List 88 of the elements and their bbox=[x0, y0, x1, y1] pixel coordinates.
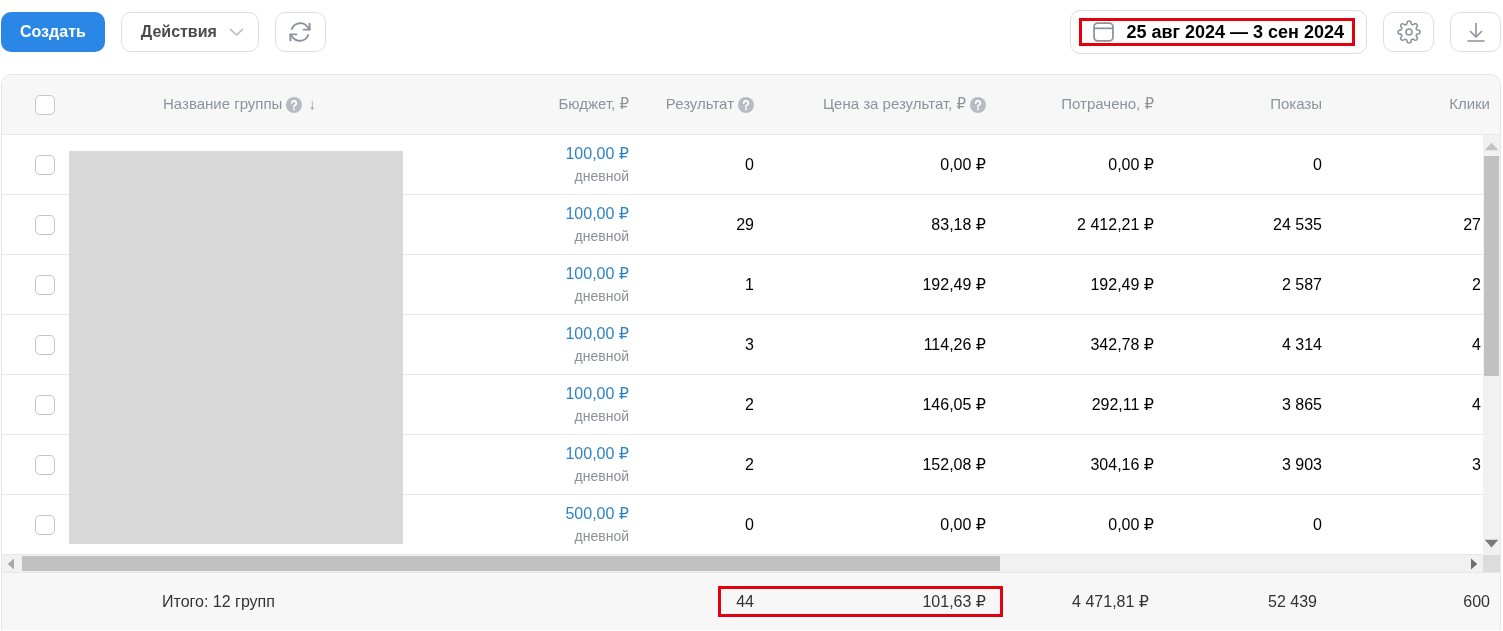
clicks-value: 2 bbox=[1472, 274, 1481, 295]
result-value: 2 bbox=[745, 394, 754, 415]
cost-value: 192,49 ₽ bbox=[922, 274, 986, 295]
budget-link[interactable]: 100,00 ₽ bbox=[565, 442, 629, 465]
result-value: 1 bbox=[745, 274, 754, 295]
clicks-value: 4 bbox=[1472, 334, 1481, 355]
column-header[interactable]: Название группы bbox=[163, 93, 283, 116]
column-header[interactable]: Результат bbox=[665, 93, 734, 116]
result-value: 2 bbox=[745, 454, 754, 475]
budget-period: дневной bbox=[574, 406, 629, 426]
refresh-icon bbox=[288, 20, 313, 44]
budget-link[interactable]: 100,00 ₽ bbox=[565, 202, 629, 225]
budget-link[interactable]: 100,00 ₽ bbox=[565, 142, 629, 165]
budget-period: дневной bbox=[574, 166, 629, 186]
spent-value: 192,49 ₽ bbox=[1090, 274, 1154, 295]
column-header[interactable]: Цена за результат, ₽ bbox=[822, 93, 966, 116]
column-header[interactable]: Клики bbox=[1449, 93, 1490, 116]
cost-value: 0,00 ₽ bbox=[940, 514, 986, 535]
download-icon bbox=[1465, 22, 1486, 42]
result-value: 0 bbox=[745, 514, 754, 535]
budget-link[interactable]: 100,00 ₽ bbox=[565, 382, 629, 405]
total-value: 4 471,81 ₽ bbox=[1072, 591, 1149, 612]
cost-value: 83,18 ₽ bbox=[931, 214, 986, 235]
clicks-value: 3 bbox=[1472, 454, 1481, 475]
column-header[interactable]: Бюджет, ₽ bbox=[558, 93, 629, 116]
chevron-down-icon bbox=[228, 27, 244, 37]
row-checkbox[interactable] bbox=[34, 514, 55, 535]
actions-dropdown[interactable]: Действия bbox=[120, 12, 259, 52]
budget-period: дневной bbox=[574, 226, 629, 246]
select-all-checkbox[interactable] bbox=[34, 94, 55, 115]
row-checkbox[interactable] bbox=[34, 334, 55, 355]
result-value: 29 bbox=[736, 214, 754, 235]
column-header[interactable]: Потрачено, ₽ bbox=[1061, 93, 1154, 116]
total-value: 52 439 bbox=[1268, 591, 1317, 612]
row-checkbox[interactable] bbox=[34, 274, 55, 295]
spent-value: 292,11 ₽ bbox=[1091, 394, 1154, 415]
impressions-value: 24 535 bbox=[1273, 214, 1322, 235]
result-value: 3 bbox=[745, 334, 754, 355]
sort-indicator[interactable]: ↓ bbox=[308, 93, 316, 116]
total-value: 600 bbox=[1463, 591, 1490, 612]
spent-value: 0,00 ₽ bbox=[1108, 514, 1154, 535]
row-checkbox[interactable] bbox=[34, 394, 55, 415]
settings-button[interactable] bbox=[1383, 12, 1434, 52]
spent-value: 2 412,21 ₽ bbox=[1077, 214, 1154, 235]
row-checkbox[interactable] bbox=[34, 154, 55, 175]
help-icon[interactable] bbox=[286, 96, 303, 113]
result-value: 0 bbox=[745, 154, 754, 175]
scrollbar-thumb[interactable] bbox=[1484, 156, 1499, 376]
help-icon[interactable] bbox=[970, 96, 986, 113]
budget-link[interactable]: 100,00 ₽ bbox=[565, 322, 629, 345]
row-checkbox[interactable] bbox=[34, 454, 55, 475]
clicks-value: 4 bbox=[1472, 394, 1481, 415]
date-range-picker[interactable]: 25 авг 2024 — 3 сен 2024 bbox=[1070, 10, 1367, 54]
scrollbar-corner bbox=[1483, 555, 1500, 572]
cost-value: 152,08 ₽ bbox=[922, 454, 986, 475]
spent-value: 0,00 ₽ bbox=[1108, 154, 1154, 175]
budget-period: дневной bbox=[574, 466, 629, 486]
download-button[interactable] bbox=[1450, 12, 1501, 52]
column-header[interactable]: Показы bbox=[1270, 93, 1322, 116]
cost-value: 114,26 ₽ bbox=[923, 334, 986, 355]
budget-period: дневной bbox=[574, 346, 629, 366]
horizontal-scrollbar[interactable] bbox=[2, 555, 1483, 572]
budget-link[interactable]: 500,00 ₽ bbox=[565, 502, 629, 525]
settings-icon bbox=[1396, 20, 1421, 44]
row-checkbox[interactable] bbox=[34, 214, 55, 235]
impressions-value: 3 865 bbox=[1281, 394, 1322, 415]
cost-value: 146,05 ₽ bbox=[922, 394, 986, 415]
calendar-icon bbox=[1093, 22, 1115, 42]
impressions-value: 0 bbox=[1313, 514, 1322, 535]
impressions-value: 2 587 bbox=[1281, 274, 1322, 295]
impressions-value: 4 314 bbox=[1281, 334, 1322, 355]
spent-value: 304,16 ₽ bbox=[1090, 454, 1154, 475]
total-value: 101,63 ₽ bbox=[922, 591, 986, 612]
spent-value: 342,78 ₽ bbox=[1090, 334, 1154, 355]
totals-label: Итого: 12 групп bbox=[162, 591, 275, 612]
impressions-value: 3 903 bbox=[1281, 454, 1322, 475]
budget-period: дневной bbox=[574, 286, 629, 306]
scrollbar-thumb[interactable] bbox=[22, 556, 1000, 571]
cost-value: 0,00 ₽ bbox=[940, 154, 986, 175]
clicks-value: 27 bbox=[1463, 214, 1481, 235]
impressions-value: 0 bbox=[1313, 154, 1322, 175]
budget-link[interactable]: 100,00 ₽ bbox=[565, 262, 629, 285]
total-value: 44 bbox=[736, 591, 754, 612]
vertical-scrollbar[interactable] bbox=[1483, 135, 1500, 555]
create-button[interactable]: Создать bbox=[1, 12, 105, 52]
help-icon[interactable] bbox=[738, 96, 754, 113]
budget-period: дневной bbox=[574, 526, 629, 546]
refresh-button[interactable] bbox=[274, 12, 326, 52]
